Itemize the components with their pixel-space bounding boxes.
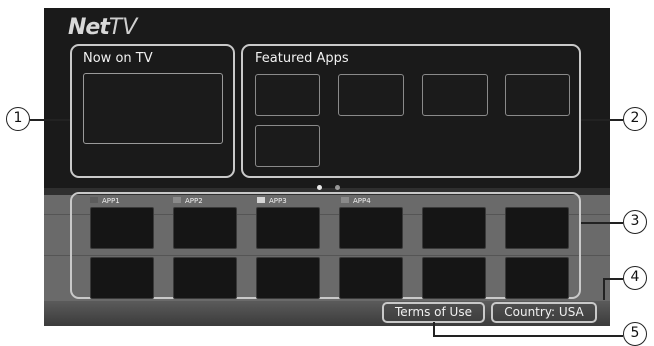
callout-4: 4: [623, 266, 647, 290]
featured-apps-title: Featured Apps: [255, 51, 349, 66]
callout-leader-line: [581, 119, 623, 121]
country-button[interactable]: Country: USA: [491, 302, 597, 323]
app-label: APP3: [257, 196, 287, 206]
callout-leader-line: [433, 322, 435, 336]
app-tile[interactable]: [339, 257, 403, 299]
featured-app-tile[interactable]: [255, 74, 320, 116]
app-tile[interactable]: [422, 207, 486, 249]
app-label: APP2: [173, 196, 203, 206]
callout-leader-line: [30, 119, 70, 121]
app-tile[interactable]: [505, 207, 569, 249]
app-color-square: [173, 197, 181, 203]
app-label: APP1: [90, 196, 120, 206]
callout-leader-line: [603, 278, 605, 300]
app-tile[interactable]: [90, 257, 154, 299]
now-on-tv-title: Now on TV: [83, 51, 153, 66]
callout-leader-line: [433, 335, 623, 337]
app-color-square: [90, 197, 98, 203]
app-tile[interactable]: [256, 257, 320, 299]
featured-app-tile[interactable]: [422, 74, 488, 116]
app-color-square: [257, 197, 265, 203]
page-indicator-dot: [335, 185, 340, 190]
app-tile[interactable]: [422, 257, 486, 299]
app-label-text: APP1: [102, 197, 120, 205]
app-tile[interactable]: [173, 207, 237, 249]
now-on-tv-preview[interactable]: [83, 73, 223, 144]
logo-tv-text: TV: [108, 15, 138, 40]
app-tile[interactable]: [90, 207, 154, 249]
callout-leader-line: [581, 222, 623, 224]
app-tile[interactable]: [505, 257, 569, 299]
featured-app-tile[interactable]: [255, 125, 320, 167]
featured-app-tile[interactable]: [505, 74, 570, 116]
app-tile[interactable]: [173, 257, 237, 299]
app-tile[interactable]: [256, 207, 320, 249]
callout-1: 1: [6, 107, 30, 131]
callout-2: 2: [623, 107, 647, 131]
callout-leader-line: [603, 278, 623, 280]
app-label-text: APP4: [353, 197, 371, 205]
nettv-logo: NetTV: [68, 13, 137, 43]
app-tile[interactable]: [339, 207, 403, 249]
app-label-text: APP3: [269, 197, 287, 205]
terms-of-use-button[interactable]: Terms of Use: [382, 302, 485, 323]
page-indicator-dot: [317, 185, 322, 190]
callout-3: 3: [623, 210, 647, 234]
app-color-square: [341, 197, 349, 203]
callout-5: 5: [623, 322, 647, 346]
featured-app-tile[interactable]: [338, 74, 404, 116]
app-label-text: APP2: [185, 197, 203, 205]
app-label: APP4: [341, 196, 371, 206]
logo-net-text: Net: [68, 15, 110, 40]
